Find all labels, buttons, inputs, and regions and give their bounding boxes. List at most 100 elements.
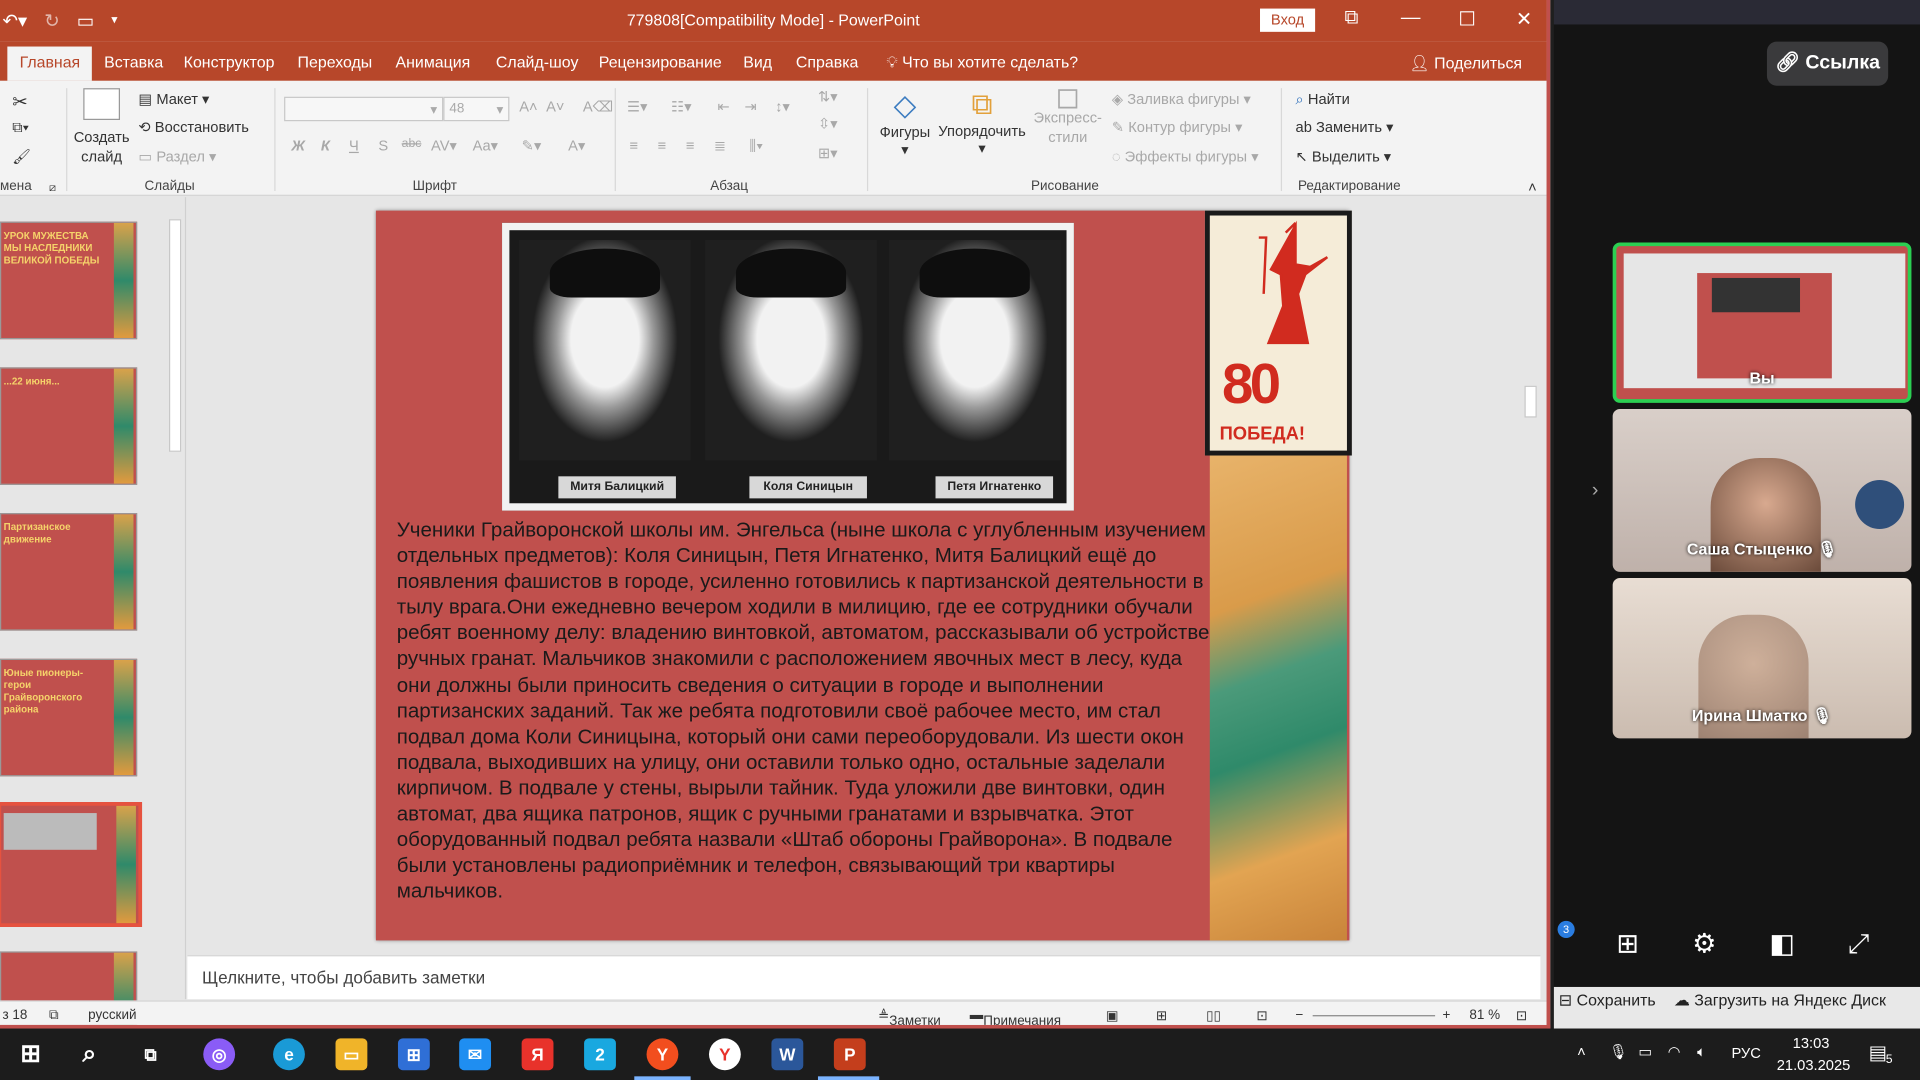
copy-link-button[interactable]: 🔗︎ Ссылка — [1766, 41, 1889, 86]
grow-font-icon[interactable]: A˄ — [519, 98, 537, 115]
notes-pane[interactable]: Щелкните, чтобы добавить заметки — [187, 955, 1541, 1000]
clear-format-icon[interactable]: A⌫ — [583, 98, 614, 115]
store-icon[interactable]: ⊞ — [397, 1038, 430, 1071]
task-view-icon[interactable]: ⧉ — [135, 1038, 167, 1070]
slide-scrollbar[interactable] — [1523, 197, 1540, 954]
shrink-font-icon[interactable]: A˅ — [546, 98, 564, 115]
close-button[interactable]: ✕ — [1516, 7, 1532, 31]
save-button[interactable]: ⊟ Сохранить — [1559, 991, 1656, 1011]
tab-help[interactable]: Справка — [796, 53, 858, 71]
bullets-icon[interactable]: ☰▾ — [627, 98, 648, 115]
participant-tile-self[interactable]: Вы — [1612, 242, 1912, 403]
align-left-icon[interactable]: ≡ — [629, 137, 638, 154]
file-explorer-icon[interactable]: ▭ — [335, 1038, 368, 1071]
messenger-icon[interactable]: 2 — [584, 1038, 616, 1071]
fit-slide-icon[interactable]: ⊡ — [1516, 1008, 1527, 1024]
slide-thumbnail-selected[interactable] — [0, 802, 143, 927]
language-indicator[interactable]: РУС — [1731, 1044, 1760, 1061]
slide-thumbnail[interactable]: УРОК МУЖЕСТВА МЫ НАСЛЕДНИКИ ВЕЛИКОЙ ПОБЕ… — [0, 221, 138, 340]
tab-animations[interactable]: Анимация — [396, 53, 471, 71]
slideshow-view-icon[interactable]: ⊡ — [1256, 1008, 1267, 1024]
font-name-select[interactable]: ▾ — [284, 96, 444, 122]
select-button[interactable]: ↖ Выделить ▾ — [1296, 148, 1392, 165]
char-spacing-icon[interactable]: AV▾ — [431, 137, 457, 154]
microphone-icon[interactable]: 🎙︎ — [1609, 1043, 1628, 1060]
wifi-icon[interactable]: ◠ — [1668, 1043, 1681, 1060]
language-indicator[interactable]: русский — [88, 1008, 136, 1023]
ribbon-display-icon[interactable]: ⧉ — [1345, 7, 1359, 29]
format-painter-icon[interactable]: 🖌︎ — [12, 148, 31, 165]
increase-indent-icon[interactable]: ⇥ — [744, 98, 756, 115]
current-slide[interactable]: Митя Балицкий Коля Синицын Петя Игнатенк… — [375, 210, 1352, 941]
shapes-button[interactable]: ◇ Фигуры ▾ — [877, 88, 933, 158]
participant-tile[interactable]: Ирина Шматко 🎙︎ — [1612, 577, 1912, 739]
justify-icon[interactable]: ≣ — [714, 137, 726, 154]
text-direction-icon[interactable]: ⇅▾ — [818, 88, 838, 105]
clock-date[interactable]: 21.03.2025 — [1777, 1057, 1851, 1074]
layout-button[interactable]: ▤ Макет ▾ — [138, 91, 209, 108]
battery-icon[interactable]: ▭ — [1638, 1043, 1652, 1060]
tell-me-box[interactable]: 💡︎ Что вы хотите сделать? — [887, 53, 1079, 73]
slide-thumbnail[interactable]: Юные пионеры-герои Грайворонского района — [0, 658, 138, 777]
line-spacing-icon[interactable]: ↕▾ — [775, 98, 790, 115]
bold-icon[interactable]: Ж — [291, 137, 305, 154]
decrease-indent-icon[interactable]: ⇤ — [718, 98, 730, 115]
section-button[interactable]: ▭ Раздел ▾ — [138, 148, 216, 165]
zoom-out-icon[interactable]: − — [1296, 1008, 1304, 1023]
participant-tile[interactable]: Саша Стыценко 🎙︎ — [1612, 408, 1912, 572]
zoom-slider[interactable] — [1312, 1015, 1436, 1017]
columns-icon[interactable]: ⫼▾ — [749, 137, 763, 155]
shape-outline-button[interactable]: ✎ Контур фигуры ▾ — [1112, 119, 1243, 136]
windows-start-icon[interactable]: ⊞ — [15, 1038, 47, 1070]
yandex-browser-icon[interactable]: Y — [646, 1038, 679, 1071]
replace-button[interactable]: ab Заменить ▾ — [1296, 119, 1394, 136]
tab-view[interactable]: Вид — [743, 53, 772, 71]
normal-view-icon[interactable]: ▣ — [1106, 1008, 1119, 1024]
quick-styles-button[interactable]: ◻ Экспресс-стили — [1031, 83, 1104, 147]
thumbnails-scrollbar[interactable] — [167, 202, 184, 998]
arrange-button[interactable]: ⧉ Упорядочить ▾ — [936, 88, 1029, 157]
slide-thumbnail[interactable]: Партизанское движение — [0, 513, 138, 631]
underline-icon[interactable]: Ч — [349, 137, 359, 154]
align-right-icon[interactable]: ≡ — [686, 137, 695, 154]
tab-slideshow[interactable]: Слайд-шоу — [496, 53, 579, 71]
settings-icon[interactable]: ⚙ — [1692, 928, 1716, 960]
change-case-icon[interactable]: Aa▾ — [473, 137, 498, 154]
word-icon[interactable]: W — [771, 1038, 804, 1071]
upload-button[interactable]: ☁ Загрузить на Яндекс Диск — [1674, 991, 1886, 1011]
zoom-level[interactable]: 81 % — [1469, 1008, 1500, 1023]
font-color-icon[interactable]: A▾ — [568, 137, 585, 154]
strikethrough-icon[interactable]: abc — [402, 137, 422, 150]
shadow-icon[interactable]: S — [378, 137, 388, 154]
reset-button[interactable]: ⟲ Восстановить — [138, 119, 248, 136]
slide-body-text[interactable]: Ученики Грайворонской школы им. Энгельса… — [397, 517, 1211, 904]
tab-home[interactable]: Главная — [7, 46, 93, 81]
minimize-button[interactable]: — — [1401, 7, 1421, 29]
mail-icon[interactable]: ✉ — [459, 1038, 492, 1071]
grid-view-icon[interactable]: ⊞ — [1616, 928, 1639, 960]
shape-fill-button[interactable]: ◈ Заливка фигуры ▾ — [1112, 91, 1251, 108]
align-center-icon[interactable]: ≡ — [658, 137, 667, 154]
edge-icon[interactable]: e — [273, 1038, 305, 1071]
align-text-icon[interactable]: ⇳▾ — [818, 115, 838, 132]
tab-insert[interactable]: Вставка — [104, 53, 163, 71]
yandex-browser-alt-icon[interactable]: Y — [708, 1038, 741, 1071]
slide-thumbnail[interactable]: ...22 июня... — [0, 367, 138, 485]
smartart-icon[interactable]: ⊞▾ — [818, 144, 838, 161]
comments-button[interactable]: ▬ Примечания — [970, 1008, 1061, 1025]
yandex-icon[interactable]: Я — [521, 1038, 554, 1071]
tab-design[interactable]: Конструктор — [184, 53, 275, 71]
fullscreen-icon[interactable]: ⤢ — [1848, 928, 1870, 960]
collapse-ribbon-icon[interactable]: ˄ — [1528, 179, 1537, 196]
notes-button[interactable]: ≜ Заметки — [878, 1008, 941, 1025]
chevron-right-icon[interactable]: › — [1592, 480, 1599, 502]
search-icon[interactable]: ⌕ — [73, 1038, 105, 1070]
clock-time[interactable]: 13:03 — [1793, 1035, 1830, 1052]
zoom-in-icon[interactable]: + — [1442, 1008, 1450, 1023]
notifications-icon[interactable]: ▤ — [1869, 1041, 1888, 1065]
shape-effects-button[interactable]: ◌ Эффекты фигуры ▾ — [1112, 148, 1259, 165]
new-slide-button[interactable]: Создать слайд — [73, 88, 130, 166]
spellcheck-icon[interactable]: ⧉ — [49, 1008, 59, 1024]
tray-overflow-icon[interactable]: ˄ — [1577, 1043, 1586, 1060]
maximize-button[interactable]: ☐ — [1458, 7, 1476, 31]
